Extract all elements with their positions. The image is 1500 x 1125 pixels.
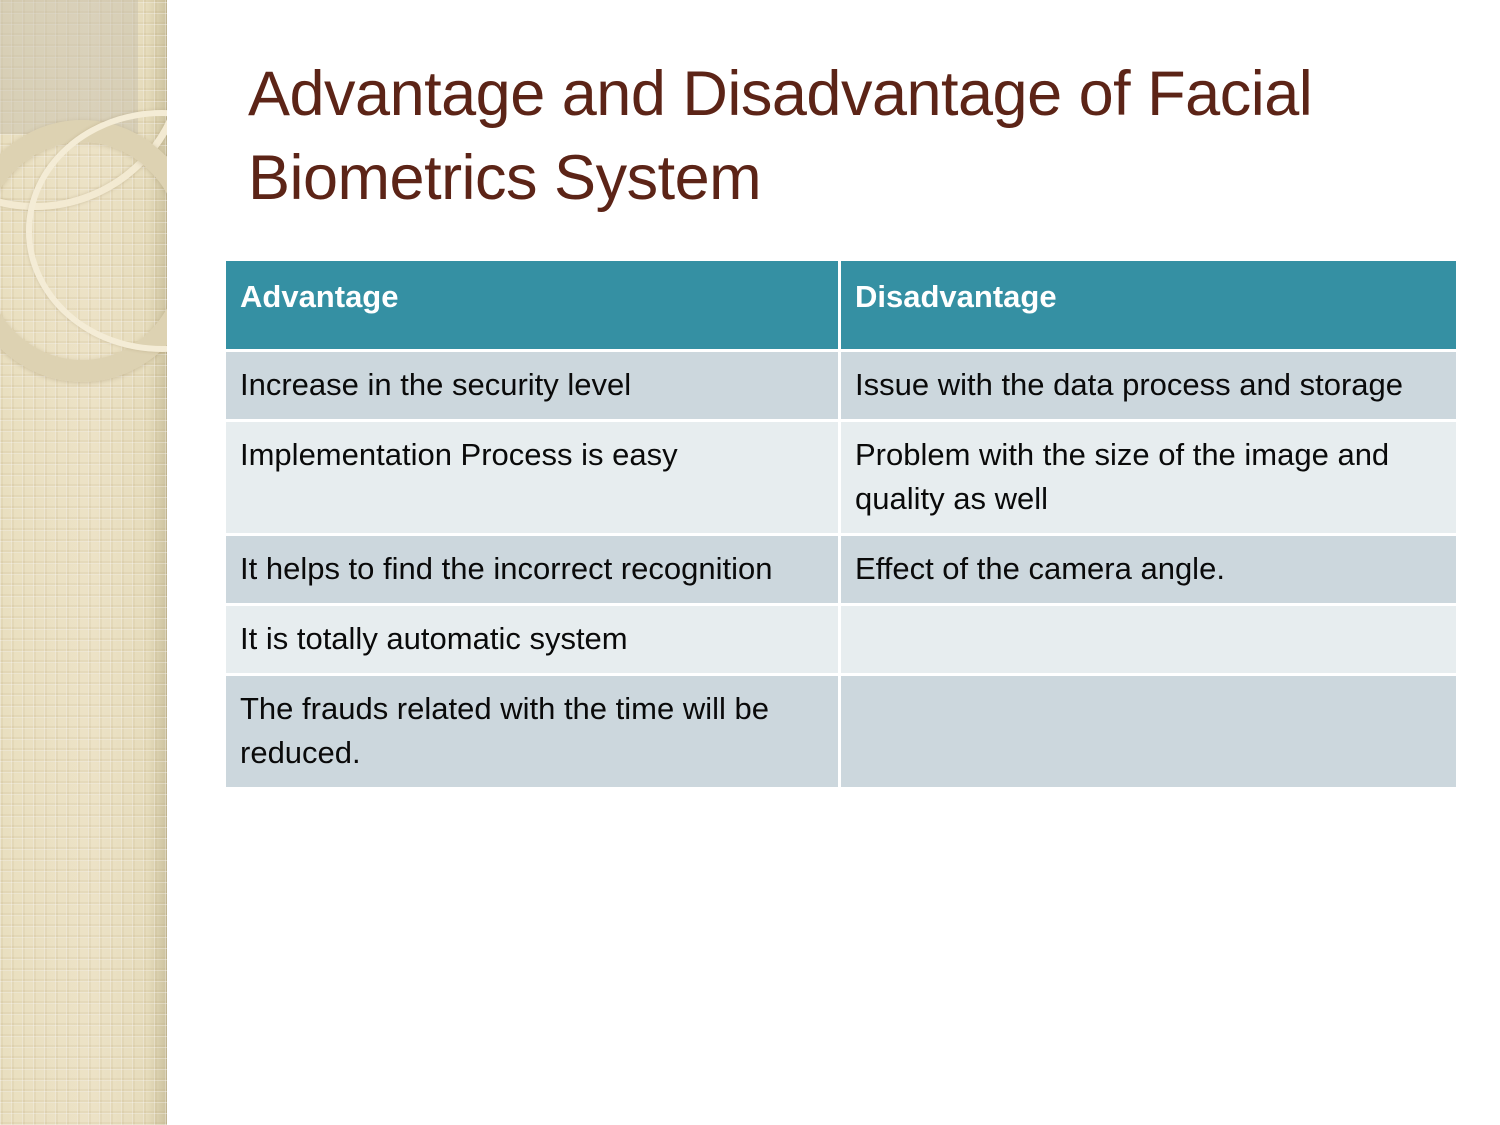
slide-title: Advantage and Disadvantage of Facial Bio… — [248, 59, 1313, 214]
column-header-advantage[interactable]: Advantage — [226, 261, 838, 349]
cell-disadvantage-empty — [838, 603, 1456, 674]
advantage-disadvantage-table: Advantage Disadvantage Increase in the s… — [226, 261, 1456, 788]
table-header: Advantage Disadvantage — [226, 261, 1456, 349]
cell-advantage: Increase in the security level — [226, 349, 838, 420]
table-row: The frauds related with the time will be… — [226, 673, 1456, 788]
cell-advantage: The frauds related with the time will be… — [226, 673, 838, 788]
cell-disadvantage-empty — [838, 673, 1456, 788]
cell-advantage: Implementation Process is easy — [226, 419, 838, 534]
table-row: Increase in the security level Issue wit… — [226, 349, 1456, 420]
cell-advantage: It is totally automatic system — [226, 603, 838, 674]
cell-disadvantage: Effect of the camera angle. — [838, 533, 1456, 604]
table-header-row: Advantage Disadvantage — [226, 261, 1456, 349]
table-row: It helps to find the incorrect recogniti… — [226, 533, 1456, 604]
table-row: Implementation Process is easy Problem w… — [226, 419, 1456, 534]
column-header-disadvantage[interactable]: Disadvantage — [838, 261, 1456, 349]
cell-disadvantage: Problem with the size of the image and q… — [838, 419, 1456, 534]
table-body: Increase in the security level Issue wit… — [226, 349, 1456, 788]
decorative-sidebar — [0, 0, 167, 1125]
cell-disadvantage: Issue with the data process and storage — [838, 349, 1456, 420]
cell-advantage: It helps to find the incorrect recogniti… — [226, 533, 838, 604]
slide-canvas: Advantage and Disadvantage of Facial Bio… — [0, 0, 1500, 1125]
table-row: It is totally automatic system — [226, 603, 1456, 674]
